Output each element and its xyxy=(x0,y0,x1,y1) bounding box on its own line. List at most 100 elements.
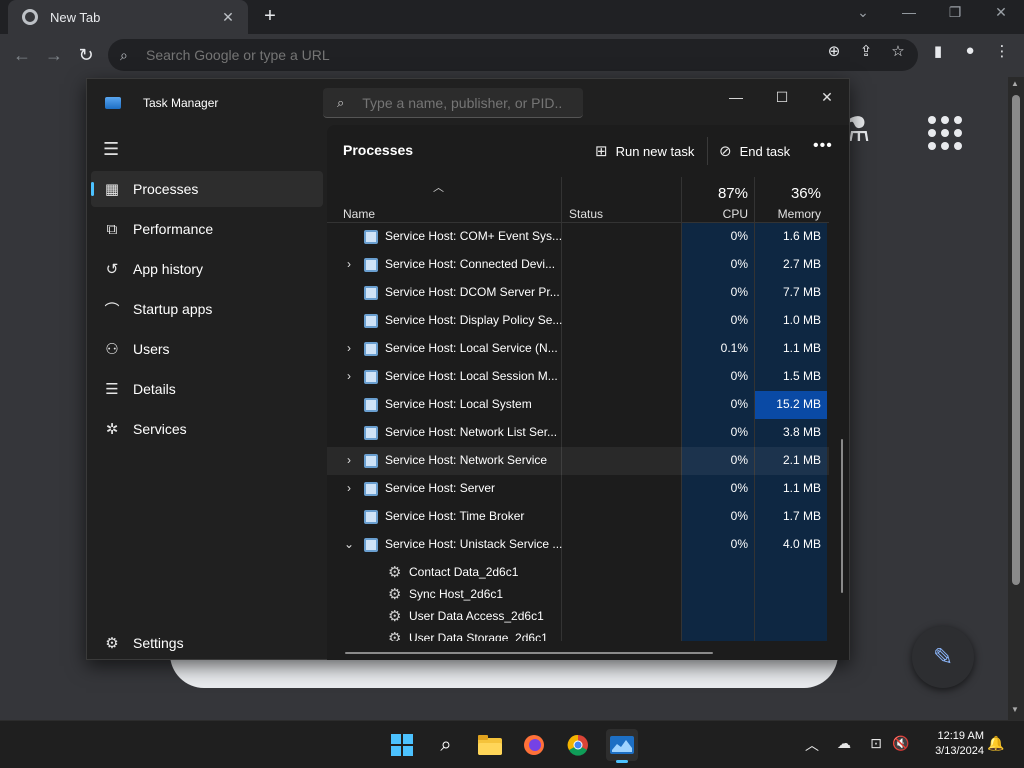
process-memory: 1.5 MB xyxy=(782,369,821,383)
start-windows-icon[interactable] xyxy=(386,729,418,761)
expand-chevron-icon[interactable]: ⌄ xyxy=(343,537,355,551)
expand-chevron-icon[interactable]: › xyxy=(343,369,355,383)
run-new-task-button[interactable]: ⊞ Run new task xyxy=(595,137,694,165)
sidebar-item-services[interactable]: ✲ Services xyxy=(91,411,323,447)
process-name: Service Host: Server xyxy=(385,481,496,495)
sidebar-item-label: Processes xyxy=(133,181,199,197)
task-manager-taskbar-icon[interactable] xyxy=(606,729,638,763)
table-row[interactable]: Service Host: Local System 0% 15.2 MB xyxy=(327,391,829,419)
sidebar-item-users[interactable]: ⚇ Users xyxy=(91,331,323,367)
scroll-thumb[interactable] xyxy=(1012,95,1020,585)
sidebar-item-app-history[interactable]: ↺ App history xyxy=(91,251,323,287)
sidebar-item-settings[interactable]: ⚙ Settings xyxy=(91,625,323,661)
process-cpu: 0% xyxy=(730,481,748,495)
service-host-icon xyxy=(364,510,378,524)
customize-pencil-icon[interactable]: ✎ xyxy=(912,626,974,688)
reload-icon[interactable]: ↻ xyxy=(73,42,99,68)
column-header-memory[interactable]: Memory xyxy=(755,207,821,221)
processes-panel: Processes ⊞ Run new task ⊘ End task ••• … xyxy=(327,125,849,660)
sidebar-item-processes[interactable]: ▦ Processes xyxy=(91,171,323,207)
process-memory: 15.2 MB xyxy=(755,391,827,419)
table-row[interactable]: ⌄ Service Host: Unistack Service ... 0% 4.0… xyxy=(327,531,829,559)
hamburger-menu-icon[interactable]: ☰ xyxy=(103,139,119,160)
run-task-icon: ⊞ xyxy=(595,143,608,160)
zoom-icon[interactable]: ⊕ xyxy=(822,42,846,60)
expand-chevron-icon[interactable]: › xyxy=(343,341,355,355)
process-name: Service Host: Network Service xyxy=(385,453,548,467)
expand-chevron-icon[interactable]: › xyxy=(343,481,355,495)
restore-icon[interactable]: ❐ xyxy=(940,4,970,21)
child-service-row[interactable]: ⚙ User Data Access_2d6c1 xyxy=(327,605,829,627)
network-icon[interactable]: ⊡ xyxy=(866,735,886,752)
file-explorer-icon[interactable] xyxy=(474,729,506,761)
tab-search-icon[interactable]: ⌄ xyxy=(848,4,878,21)
sidebar-item-performance[interactable]: ⧉ Performance xyxy=(91,211,323,247)
service-host-icon xyxy=(364,538,378,552)
more-options-icon[interactable]: ••• xyxy=(813,137,833,155)
cpu-total-percent[interactable]: 87% xyxy=(682,185,748,202)
column-header-status[interactable]: Status xyxy=(569,207,603,221)
table-row[interactable]: Service Host: Display Policy Se... 0% 1.0 … xyxy=(327,307,829,335)
scroll-up-icon[interactable]: ▲ xyxy=(1011,79,1019,88)
table-row[interactable]: Service Host: DCOM Server Pr... 0% 7.7 MB xyxy=(327,279,829,307)
sidebar-item-startup-apps[interactable]: ⌒ Startup apps xyxy=(91,291,323,327)
expand-chevron-icon[interactable]: › xyxy=(343,453,355,467)
search-icon[interactable]: ⌕ xyxy=(430,729,462,761)
notification-bell-icon[interactable]: 🔔 xyxy=(986,735,1006,752)
task-manager-titlebar[interactable]: Task Manager ⌕ — ☐ ✕ xyxy=(87,79,849,125)
profile-icon[interactable]: ● xyxy=(958,42,982,59)
column-header-cpu[interactable]: CPU xyxy=(682,207,748,221)
table-row[interactable]: › Service Host: Network Service 0% 2.1 MB xyxy=(327,447,829,475)
child-service-row[interactable]: ⚙ Sync Host_2d6c1 xyxy=(327,583,829,605)
chrome-icon[interactable] xyxy=(562,729,594,761)
list-vertical-scrollbar[interactable] xyxy=(841,439,843,593)
share-icon[interactable]: ⇪ xyxy=(854,42,878,60)
memory-total-percent[interactable]: 36% xyxy=(755,185,821,202)
side-panel-icon[interactable]: ▮ xyxy=(926,42,950,60)
forward-icon[interactable]: → xyxy=(41,42,67,68)
sidebar-item-details[interactable]: ☰ Details xyxy=(91,371,323,407)
menu-kebab-icon[interactable]: ⋮ xyxy=(990,42,1014,60)
process-search-box[interactable]: ⌕ xyxy=(323,88,583,118)
tm-close-icon[interactable]: ✕ xyxy=(812,85,842,109)
tab-new-tab[interactable]: New Tab ✕ xyxy=(8,0,248,34)
onedrive-cloud-icon[interactable]: ☁ xyxy=(834,735,854,752)
scroll-down-icon[interactable]: ▼ xyxy=(1011,705,1019,714)
sort-caret-icon[interactable]: ︿ xyxy=(433,179,444,195)
page-scrollbar[interactable]: ▲ ▼ xyxy=(1008,77,1024,720)
omnibox-input[interactable] xyxy=(146,47,786,63)
child-service-row[interactable]: ⚙ Contact Data_2d6c1 xyxy=(327,561,829,583)
process-search-input[interactable] xyxy=(362,94,563,111)
back-icon[interactable]: ← xyxy=(9,42,35,68)
volume-muted-icon[interactable]: 🔇 xyxy=(891,735,911,752)
bookmark-star-icon[interactable]: ☆ xyxy=(886,42,910,60)
table-row[interactable]: › Service Host: Server 0% 1.1 MB xyxy=(327,475,829,503)
system-clock[interactable]: 12:19 AM 3/13/2024 xyxy=(914,729,984,759)
list-horizontal-scrollbar[interactable] xyxy=(345,652,713,654)
child-service-row[interactable]: ⚙ User Data Storage_2d6c1 xyxy=(327,627,829,641)
column-header-name[interactable]: Name xyxy=(343,207,375,221)
tm-minimize-icon[interactable]: — xyxy=(721,85,751,109)
sidebar-item-label: Users xyxy=(133,341,170,357)
expand-chevron-icon[interactable]: › xyxy=(343,257,355,271)
table-row[interactable]: Service Host: COM+ Event Sys... 0% 1.6 MB xyxy=(327,223,829,251)
tm-maximize-icon[interactable]: ☐ xyxy=(767,85,797,109)
table-row[interactable]: Service Host: Network List Ser... 0% 3.8 M… xyxy=(327,419,829,447)
search-icon: ⌕ xyxy=(337,94,345,110)
google-apps-icon[interactable] xyxy=(928,116,962,150)
minimize-icon[interactable]: — xyxy=(894,4,924,20)
tab-close-icon[interactable]: ✕ xyxy=(218,9,238,26)
address-bar[interactable]: ⌕ xyxy=(108,39,918,71)
table-row[interactable]: Service Host: Time Broker 0% 1.7 MB xyxy=(327,503,829,531)
end-task-button[interactable]: ⊘ End task xyxy=(719,137,790,165)
firefox-icon[interactable] xyxy=(518,729,550,761)
table-row[interactable]: › Service Host: Connected Devi... 0% 2.7 MB xyxy=(327,251,829,279)
service-name: User Data Access_2d6c1 xyxy=(409,609,544,623)
table-row[interactable]: › Service Host: Local Service (N... 0.1% 1.… xyxy=(327,335,829,363)
close-icon[interactable]: ✕ xyxy=(986,4,1016,21)
tray-overflow-chevron-icon[interactable]: ︿ xyxy=(802,735,822,755)
table-row[interactable]: › Service Host: Local Session M... 0% 1.5 M… xyxy=(327,363,829,391)
new-tab-button[interactable]: + xyxy=(258,5,282,29)
task-manager-title: Task Manager xyxy=(143,96,219,110)
end-task-label: End task xyxy=(739,143,791,159)
